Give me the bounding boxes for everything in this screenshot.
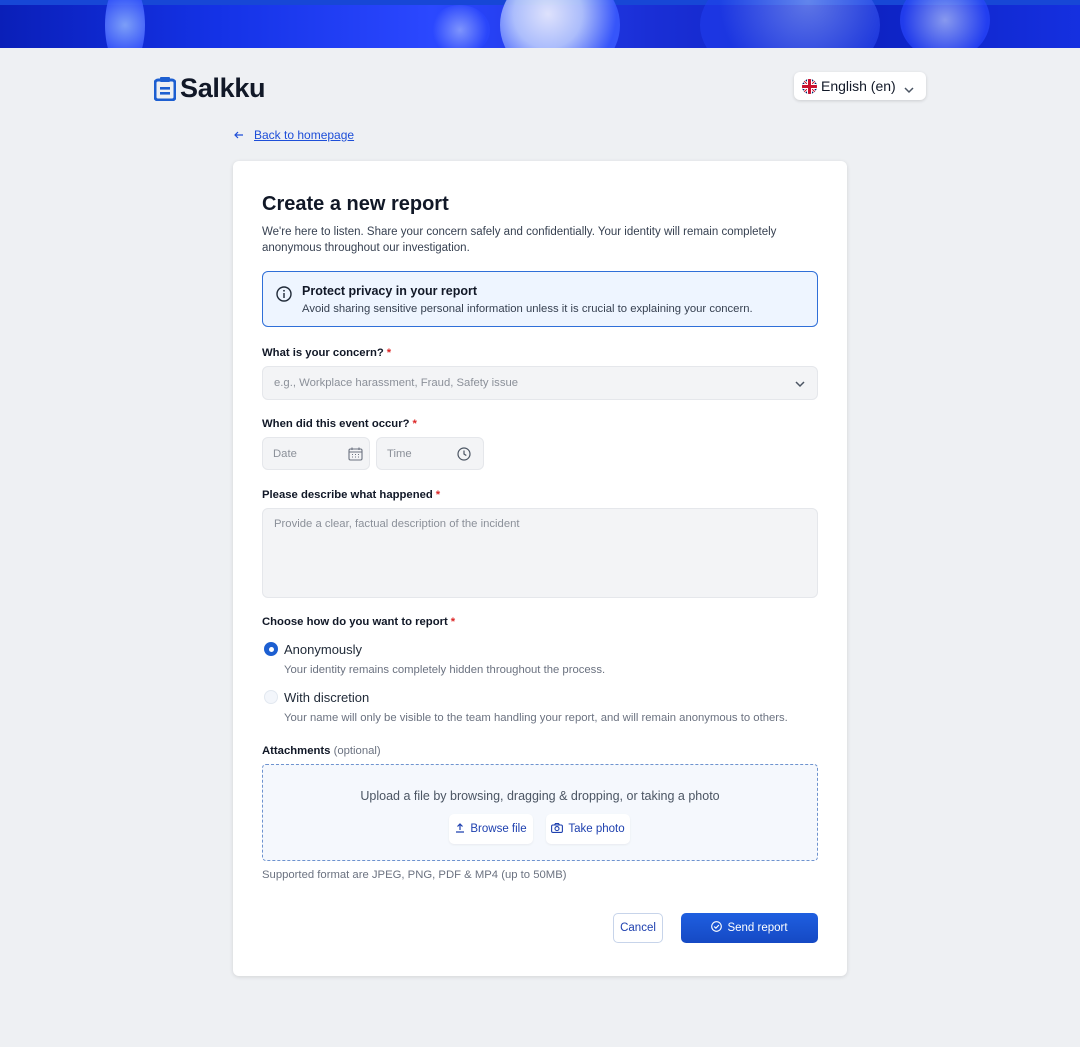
header-banner (0, 0, 1080, 48)
option-anonymously-title[interactable]: Anonymously (284, 642, 362, 657)
language-label: English (en) (821, 78, 896, 94)
uk-flag-icon (802, 78, 817, 94)
back-to-homepage-link[interactable]: Back to homepage (234, 128, 354, 142)
required-marker: * (386, 347, 392, 359)
concern-label: What is your concern? * (262, 347, 391, 359)
cancel-button[interactable]: Cancel (613, 913, 663, 943)
back-link-label: Back to homepage (254, 128, 355, 142)
take-photo-button[interactable]: Take photo (546, 814, 630, 844)
optional-marker: (optional) (333, 745, 381, 757)
date-input[interactable]: Date (262, 437, 370, 470)
description-label: Please describe what happened * (262, 489, 440, 501)
camera-icon (551, 822, 564, 836)
radio-with-discretion[interactable] (264, 690, 278, 704)
send-report-button[interactable]: Send report (681, 913, 818, 943)
supported-formats-hint: Supported format are JPEG, PNG, PDF & MP… (262, 869, 567, 881)
radio-anonymously[interactable] (264, 642, 278, 656)
required-marker: * (435, 489, 441, 501)
report-mode-label-text: Choose how do you want to report (262, 616, 448, 628)
brand-logo[interactable]: Salkku (153, 73, 266, 104)
description-placeholder: Provide a clear, factual description of … (274, 518, 520, 530)
radio-button-unselected[interactable] (264, 690, 278, 704)
browse-file-button[interactable]: Browse file (449, 814, 533, 844)
check-circle-icon (711, 921, 723, 935)
notice-title: Protect privacy in your report (302, 284, 478, 298)
description-textarea[interactable]: Provide a clear, factual description of … (262, 508, 818, 598)
banner-decoration (105, 0, 145, 48)
notice-text: Avoid sharing sensitive personal informa… (302, 303, 753, 315)
cancel-label: Cancel (620, 922, 656, 934)
logo-icon (153, 76, 177, 101)
brand-name: Salkku (180, 73, 266, 103)
banner-decoration (500, 0, 620, 48)
concern-placeholder: e.g., Workplace harassment, Fraud, Safet… (274, 377, 519, 389)
radio-button-selected[interactable] (264, 642, 278, 656)
banner-decoration (900, 0, 990, 48)
date-placeholder: Date (273, 448, 297, 460)
option-discretion-title[interactable]: With discretion (284, 690, 369, 705)
report-form-card: Create a new report We're here to listen… (233, 161, 847, 976)
info-icon (276, 286, 292, 307)
banner-decoration (700, 0, 880, 48)
time-input[interactable]: Time (376, 437, 484, 470)
attachments-label: Attachments (optional) (262, 745, 381, 757)
concern-select[interactable]: e.g., Workplace harassment, Fraud, Safet… (262, 366, 818, 400)
browse-file-label: Browse file (470, 823, 527, 835)
page-title: Create a new report (262, 193, 449, 215)
time-placeholder: Time (387, 448, 412, 460)
report-mode-label: Choose how do you want to report * (262, 616, 455, 628)
description-label-text: Please describe what happened (262, 489, 433, 501)
take-photo-label: Take photo (568, 823, 625, 835)
required-marker: * (412, 418, 417, 430)
upload-icon (455, 822, 465, 836)
event-time-label-text: When did this event occur? (262, 418, 410, 430)
dropzone-text: Upload a file by browsing, dragging & dr… (360, 789, 720, 803)
clock-icon (457, 447, 471, 464)
banner-decoration (430, 5, 490, 48)
privacy-notice: Protect privacy in your report Avoid sha… (262, 271, 818, 327)
option-anonymously-desc: Your identity remains completely hidden … (284, 664, 606, 676)
language-selector[interactable]: English (en) (794, 72, 926, 100)
chevron-down-icon (795, 379, 805, 391)
required-marker: * (450, 616, 456, 628)
form-intro: We're here to listen. Share your concern… (262, 226, 777, 254)
attachments-label-text: Attachments (262, 745, 331, 757)
send-report-label: Send report (727, 922, 788, 934)
file-dropzone[interactable]: Upload a file by browsing, dragging & dr… (262, 764, 818, 861)
event-time-label: When did this event occur? * (262, 418, 417, 430)
concern-label-text: What is your concern? (262, 347, 384, 359)
chevron-down-icon (904, 81, 914, 97)
calendar-icon (348, 447, 363, 464)
arrow-left-icon (234, 128, 244, 142)
option-discretion-desc: Your name will only be visible to the te… (284, 712, 788, 724)
